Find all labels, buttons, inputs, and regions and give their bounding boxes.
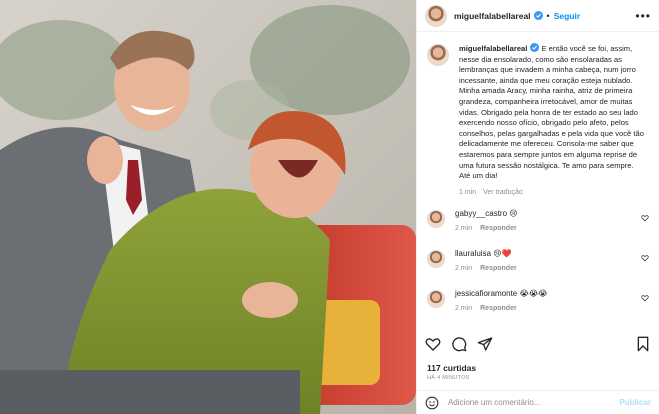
comment-like-icon[interactable] <box>641 214 649 222</box>
more-options-icon[interactable]: ••• <box>635 9 651 23</box>
publish-button[interactable]: Publicar <box>619 398 651 407</box>
reply-button[interactable]: Responder <box>480 225 517 232</box>
comment-composer: Publicar <box>417 390 659 414</box>
commenter-avatar[interactable] <box>427 210 445 229</box>
caption-avatar[interactable] <box>427 44 449 66</box>
comment-item: jessicafioramonte 😭😭😭 2 min Responder <box>427 288 649 318</box>
commenter-username[interactable]: gabyy__castro <box>455 209 507 218</box>
commenter-avatar[interactable] <box>427 290 445 309</box>
post-image <box>0 0 416 414</box>
comment-time: 2 min <box>455 225 473 233</box>
comment-text: 😭😭😭 <box>519 289 548 299</box>
bookmark-icon[interactable] <box>635 336 651 352</box>
caption-meta: 1 min Ver tradução <box>459 188 645 199</box>
reply-button[interactable]: Responder <box>480 265 517 272</box>
comments-scroll[interactable]: miguelfalabellareal E então você se foi,… <box>417 33 659 327</box>
follow-button[interactable]: Seguir <box>554 11 580 21</box>
caption-body: miguelfalabellareal E então você se foi,… <box>459 43 645 198</box>
reply-button[interactable]: Responder <box>480 305 517 312</box>
comment-like-icon[interactable] <box>641 294 649 302</box>
separator-dot: • <box>546 10 550 21</box>
comment-text: 😢❤️ <box>493 249 512 259</box>
author-username[interactable]: miguelfalabellareal <box>454 11 531 21</box>
comment-input[interactable] <box>448 398 588 407</box>
action-bar <box>425 333 651 355</box>
caption-time: 1 min <box>459 188 477 196</box>
comment-text: 😢 <box>509 209 518 219</box>
caption: miguelfalabellareal E então você se foi,… <box>427 43 649 198</box>
verified-badge-icon <box>533 11 543 20</box>
post-time: HÁ 4 MINUTOS <box>427 375 470 381</box>
commenter-username[interactable]: llauraluisa <box>455 249 491 258</box>
comment-icon[interactable] <box>451 336 467 352</box>
emoji-icon[interactable] <box>425 396 439 410</box>
translate-link[interactable]: Ver tradução <box>483 189 523 196</box>
post-header: miguelfalabellareal • Seguir ••• <box>417 0 659 32</box>
share-icon[interactable] <box>477 336 493 352</box>
post-panel: miguelfalabellareal • Seguir ••• miguelf… <box>416 0 659 414</box>
comment-item: gabyy__castro 😢 2 min Responder <box>427 208 649 238</box>
caption-username[interactable]: miguelfalabellareal <box>459 44 527 53</box>
comment-time: 2 min <box>455 265 473 273</box>
verified-badge-icon <box>530 43 540 52</box>
comment-like-icon[interactable] <box>641 254 649 262</box>
caption-text: E então você se foi, assim, nesse dia en… <box>459 44 644 181</box>
author-avatar[interactable] <box>425 4 447 27</box>
commenter-avatar[interactable] <box>427 250 445 269</box>
comment-time: 2 min <box>455 305 473 313</box>
likes-count[interactable]: 117 curtidas <box>427 363 476 373</box>
commenter-username[interactable]: jessicafioramonte <box>455 289 517 298</box>
post-photo[interactable] <box>0 0 416 414</box>
comment-item: llauraluisa 😢❤️ 2 min Responder <box>427 248 649 278</box>
heart-icon[interactable] <box>425 336 441 352</box>
